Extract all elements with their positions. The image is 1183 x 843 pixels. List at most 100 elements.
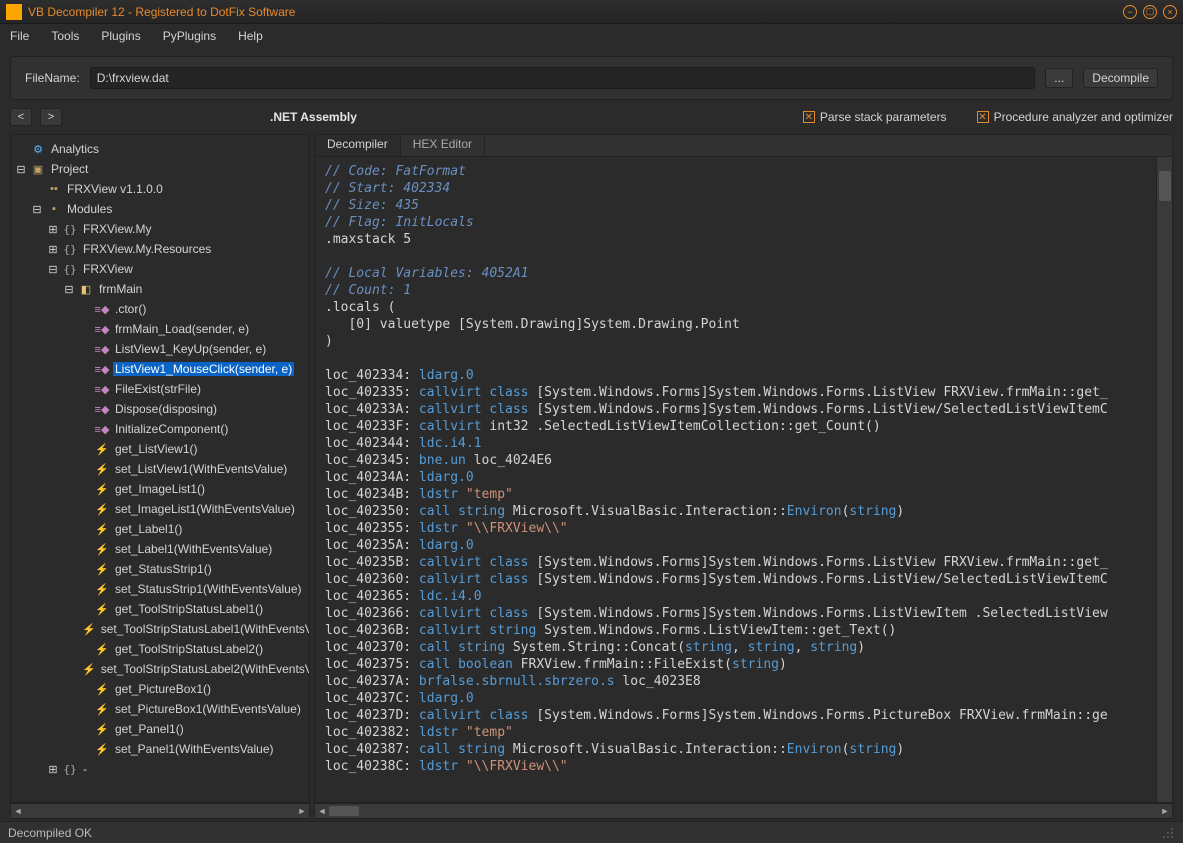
tree-item-label: Project [49,162,90,176]
scroll-left-icon[interactable]: ◄ [315,804,329,818]
tree-row[interactable]: ≡◆Dispose(disposing) [11,399,309,419]
close-icon[interactable]: × [1163,5,1177,19]
menu-pyplugins[interactable]: PyPlugins [159,27,220,45]
tree-item-label: FRXView.My [81,222,153,236]
check-parse-stack-label: Parse stack parameters [820,110,947,124]
code-horizontal-scrollbar[interactable]: ◄ ► [314,803,1173,819]
tree-item-label: ListView1_MouseClick(sender, e) [113,362,294,376]
tab-hex-editor[interactable]: HEX Editor [401,135,485,156]
secondary-toolbar: < > .NET Assembly ✕ Parse stack paramete… [0,104,1183,130]
nav-back-button[interactable]: < [10,108,32,126]
menu-tools[interactable]: Tools [47,27,83,45]
tree-row[interactable]: ⊟▪Modules [11,199,309,219]
scrollbar-thumb[interactable] [1159,171,1171,201]
tree-horizontal-scrollbar[interactable]: ◄ ► [10,803,310,819]
tree-item-label: get_PictureBox1() [113,682,213,696]
tree-item-label: set_Label1(WithEventsValue) [113,542,274,556]
tree-row[interactable]: •▪FRXView v1.1.0.0 [11,179,309,199]
tree-row[interactable]: ⊞{}FRXView.My [11,219,309,239]
tree-row[interactable]: ⚡get_ImageList1() [11,479,309,499]
tree-row[interactable]: ⚡get_Label1() [11,519,309,539]
expand-icon[interactable]: ⊟ [47,263,59,276]
tree-row[interactable]: ⚡set_ToolStripStatusLabel1(WithEventsVal… [11,619,309,639]
tree-item-label: get_ToolStripStatusLabel1() [113,602,265,616]
tree-row[interactable]: ⚙Analytics [11,139,309,159]
tree-item-label: get_ImageList1() [113,482,207,496]
tree-row[interactable]: ⚡set_ListView1(WithEventsValue) [11,459,309,479]
menu-file[interactable]: File [6,27,33,45]
tree-row[interactable]: ⚡set_StatusStrip1(WithEventsValue) [11,579,309,599]
tab-decompiler[interactable]: Decompiler [315,135,401,156]
scroll-left-icon[interactable]: ◄ [11,804,25,818]
expand-icon[interactable]: ⊟ [15,163,27,176]
filename-input[interactable] [90,67,1036,89]
window-title: VB Decompiler 12 - Registered to DotFix … [28,5,1123,19]
tree-row[interactable]: ⊟▣Project [11,159,309,179]
tree-row[interactable]: ⚡get_ToolStripStatusLabel2() [11,639,309,659]
tree-row[interactable]: ⚡get_StatusStrip1() [11,559,309,579]
vertical-scrollbar[interactable] [1156,157,1172,802]
tree-row[interactable]: ⚡set_ToolStripStatusLabel2(WithEventsVal… [11,659,309,679]
tree-row[interactable]: ≡◆.ctor() [11,299,309,319]
tree-item-label: set_ImageList1(WithEventsValue) [113,502,297,516]
minimize-icon[interactable]: − [1123,5,1137,19]
tree-item-label: set_StatusStrip1(WithEventsValue) [113,582,304,596]
tree-row[interactable]: ≡◆FileExist(strFile) [11,379,309,399]
tree-row[interactable]: ≡◆ListView1_KeyUp(sender, e) [11,339,309,359]
resize-grip-icon[interactable] [1161,826,1175,840]
tree-item-label: Analytics [49,142,101,156]
tree-row[interactable]: ⚡set_ImageList1(WithEventsValue) [11,499,309,519]
tree-item-label: set_ListView1(WithEventsValue) [113,462,289,476]
tree-row[interactable]: ≡◆frmMain_Load(sender, e) [11,319,309,339]
assembly-type-label: .NET Assembly [270,110,357,124]
tree-row[interactable]: ⊟{}FRXView [11,259,309,279]
expand-icon[interactable]: ⊟ [31,203,43,216]
check-parse-stack[interactable]: ✕ Parse stack parameters [803,110,947,124]
app-icon [6,4,22,20]
tree-item-label: set_PictureBox1(WithEventsValue) [113,702,303,716]
tree-item-label: get_Panel1() [113,722,186,736]
tree-item-label: .ctor() [113,302,148,316]
status-text: Decompiled OK [8,826,92,840]
scrollbar-thumb[interactable] [329,806,359,816]
tree-row[interactable]: ⚡set_Panel1(WithEventsValue) [11,739,309,759]
expand-icon[interactable]: ⊞ [47,763,59,776]
tree-item-label: Dispose(disposing) [113,402,219,416]
scroll-right-icon[interactable]: ► [295,804,309,818]
tree-row[interactable]: ⚡get_ListView1() [11,439,309,459]
tree-row[interactable]: ⊞{}- [11,759,309,779]
tree-row[interactable]: ⚡set_Label1(WithEventsValue) [11,539,309,559]
tree-row[interactable]: ⊟◧frmMain [11,279,309,299]
expand-icon[interactable]: ⊞ [47,223,59,236]
check-proc-analyzer[interactable]: ✕ Procedure analyzer and optimizer [977,110,1173,124]
expand-icon[interactable]: ⊞ [47,243,59,256]
scroll-right-icon[interactable]: ► [1158,804,1172,818]
menubar: File Tools Plugins PyPlugins Help [0,24,1183,48]
expand-icon[interactable]: ⊟ [63,283,75,296]
browse-button[interactable]: ... [1045,68,1073,88]
tree-item-label: FRXView v1.1.0.0 [65,182,165,196]
nav-forward-button[interactable]: > [40,108,62,126]
statusbar: Decompiled OK [0,821,1183,843]
tree-item-label: frmMain [97,282,144,296]
tree-row[interactable]: ⚡get_PictureBox1() [11,679,309,699]
tree-row[interactable]: ⚡get_Panel1() [11,719,309,739]
checkbox-icon: ✕ [977,111,989,123]
check-proc-analyzer-label: Procedure analyzer and optimizer [994,110,1173,124]
titlebar: VB Decompiler 12 - Registered to DotFix … [0,0,1183,24]
menu-help[interactable]: Help [234,27,267,45]
project-tree[interactable]: ⚙Analytics⊟▣Project•▪FRXView v1.1.0.0⊟▪M… [11,135,309,802]
tree-item-label: get_Label1() [113,522,184,536]
tree-row[interactable]: ⊞{}FRXView.My.Resources [11,239,309,259]
tree-row[interactable]: ≡◆ListView1_MouseClick(sender, e) [11,359,309,379]
tree-row[interactable]: ⚡get_ToolStripStatusLabel1() [11,599,309,619]
tree-item-label: frmMain_Load(sender, e) [113,322,251,336]
menu-plugins[interactable]: Plugins [97,27,144,45]
code-view[interactable]: // Code: FatFormat // Start: 402334 // S… [315,157,1156,802]
code-panel: Decompiler HEX Editor // Code: FatFormat… [314,134,1173,803]
tree-row[interactable]: ⚡set_PictureBox1(WithEventsValue) [11,699,309,719]
maximize-icon[interactable]: ▢ [1143,5,1157,19]
project-tree-panel: ⚙Analytics⊟▣Project•▪FRXView v1.1.0.0⊟▪M… [10,134,310,803]
tree-row[interactable]: ≡◆InitializeComponent() [11,419,309,439]
decompile-button[interactable]: Decompile [1083,68,1158,88]
